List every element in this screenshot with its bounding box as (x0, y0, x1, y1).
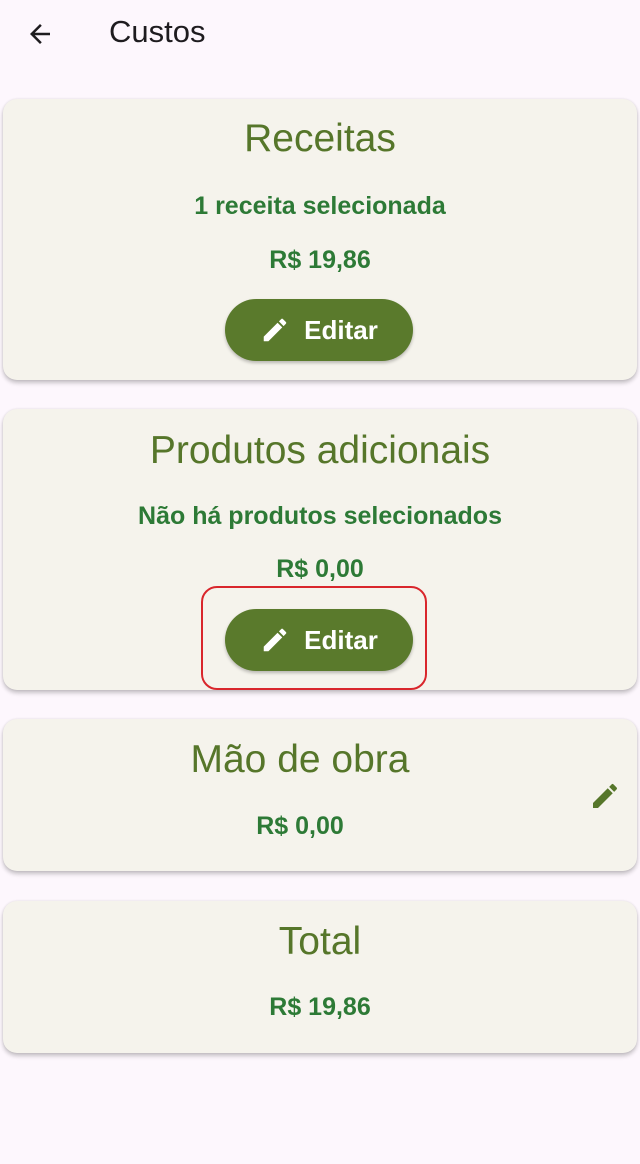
products-card: Produtos adicionais Não há produtos sele… (3, 409, 637, 690)
app-bar: Custos (0, 0, 640, 66)
products-edit-button[interactable]: Editar (225, 609, 413, 671)
products-edit-label: Editar (304, 624, 378, 655)
pencil-icon (263, 318, 287, 342)
total-card: Total R$ 19,86 (3, 901, 637, 1053)
products-selection-status: Não há produtos selecionados (138, 502, 502, 530)
products-amount: R$ 0,00 (276, 555, 364, 583)
pencil-icon (263, 628, 287, 652)
recipes-card: Receitas 1 receita selecionada R$ 19,86 … (3, 99, 637, 380)
pencil-icon (593, 783, 618, 808)
recipes-title: Receitas (244, 117, 396, 160)
page-title: Custos (109, 14, 206, 49)
labor-title: Mão de obra (190, 738, 410, 781)
recipes-edit-button[interactable]: Editar (225, 299, 413, 361)
recipes-selection-count: 1 receita selecionada (194, 192, 446, 220)
back-button[interactable] (20, 14, 60, 54)
products-title: Produtos adicionais (149, 429, 491, 472)
total-title: Total (278, 920, 362, 963)
arrow-back-icon (30, 24, 50, 44)
recipes-amount: R$ 19,86 (269, 246, 371, 274)
labor-edit-button[interactable] (585, 776, 625, 816)
recipes-edit-label: Editar (304, 314, 378, 345)
labor-card: Mão de obra R$ 0,00 (3, 719, 637, 871)
labor-amount: R$ 0,00 (256, 812, 344, 840)
total-amount: R$ 19,86 (269, 993, 371, 1021)
